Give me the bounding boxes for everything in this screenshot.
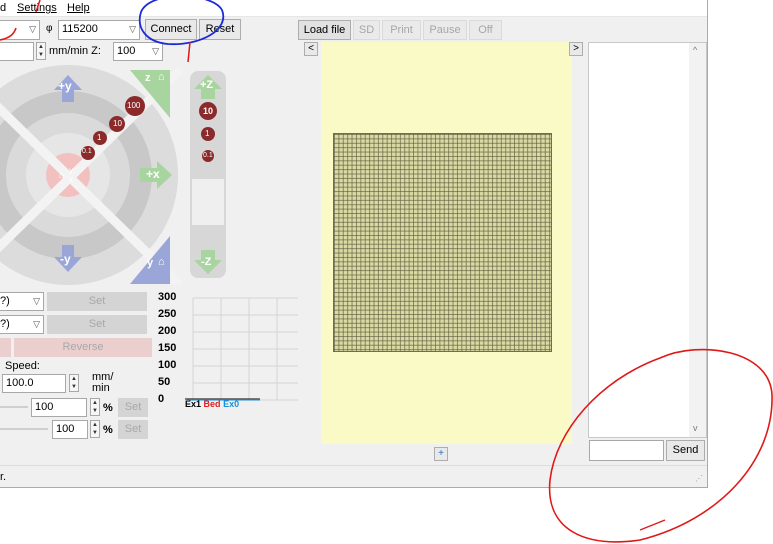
red-tick-annotation (35, 0, 41, 13)
red-stroke-annotation (0, 27, 17, 41)
blue-circle-annotation (138, 0, 225, 45)
red-tail-annotation (639, 519, 666, 531)
red-mark-annotation (187, 41, 191, 63)
red-circle-annotation (548, 348, 773, 543)
annotation-overlay (0, 0, 773, 543)
